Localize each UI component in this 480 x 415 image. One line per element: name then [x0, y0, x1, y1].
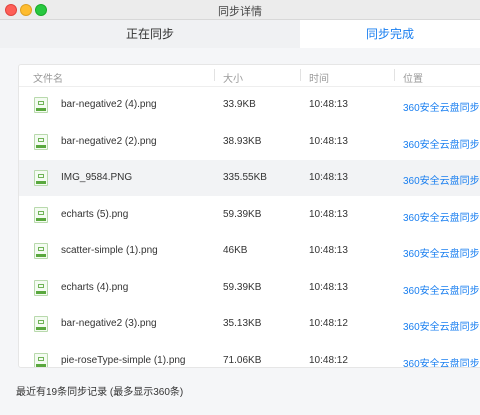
sync-time: 10:48:12 [309, 354, 348, 366]
file-location-link[interactable]: 360安全云盘同步版 [403, 99, 480, 114]
file-name: echarts (4).png [61, 281, 129, 293]
file-location-link[interactable]: 360安全云盘同步版 [403, 318, 480, 333]
tab-bar: 正在同步 同步完成 [0, 20, 480, 48]
image-file-icon [34, 316, 48, 332]
table-row[interactable]: pie-roseType-simple (1).png 71.06KB 10:48:… [19, 343, 480, 368]
image-file-icon [34, 243, 48, 259]
sync-time: 10:48:13 [309, 99, 348, 110]
sync-time: 10:48:13 [309, 208, 348, 220]
tab-syncing[interactable]: 正在同步 [0, 20, 300, 48]
file-location-link[interactable]: 360安全云盘同步版 [403, 172, 480, 187]
sync-details-window: 同步详情 正在同步 同步完成 文件名 大小 时间 位置 bar-negative… [0, 0, 480, 415]
file-size: 71.06KB [223, 354, 262, 366]
file-name: scatter-simple (1).png [61, 245, 158, 256]
column-header-time[interactable]: 时间 [309, 70, 329, 85]
file-name: bar-negative2 (4).png [61, 99, 157, 110]
file-size: 33.9KB [223, 99, 256, 110]
file-size: 59.39KB [223, 281, 262, 293]
sync-records-table: 文件名 大小 时间 位置 bar-negative2 (4).png 33.9KB… [18, 64, 480, 368]
file-name: echarts (5).png [61, 208, 129, 220]
image-file-icon [34, 279, 48, 296]
file-name: IMG_9584.PNG [61, 172, 133, 183]
file-size: 46KB [223, 245, 248, 256]
table-header: 文件名 大小 时间 位置 [19, 65, 480, 87]
file-location-link[interactable]: 360安全云盘同步版 [403, 282, 480, 297]
column-divider [300, 69, 301, 81]
file-size: 335.55KB [223, 172, 267, 183]
table-row[interactable]: bar-negative2 (2).png 38.93KB 10:48:13 360安… [19, 124, 480, 160]
image-file-icon [34, 170, 48, 186]
file-size: 38.93KB [223, 135, 262, 147]
column-header-size[interactable]: 大小 [223, 70, 243, 85]
image-file-icon [34, 97, 48, 113]
table-row[interactable]: echarts (5).png 59.39KB 10:48:13 360安全云盘同步版 [19, 197, 480, 233]
file-location-link[interactable]: 360安全云盘同步版 [403, 136, 480, 151]
sync-time: 10:48:13 [309, 281, 348, 293]
sync-time: 10:48:12 [309, 318, 348, 329]
sync-time: 10:48:13 [309, 135, 348, 147]
column-divider [214, 69, 215, 81]
file-name: pie-roseType-simple (1).png [61, 354, 186, 366]
file-name: bar-negative2 (3).png [61, 318, 157, 329]
file-location-link[interactable]: 360安全云盘同步版 [403, 245, 480, 260]
file-size: 35.13KB [223, 318, 262, 329]
column-header-name[interactable]: 文件名 [33, 70, 63, 85]
sync-time: 10:48:13 [309, 172, 348, 183]
file-location-link[interactable]: 360安全云盘同步版 [403, 355, 480, 368]
column-divider [394, 69, 395, 81]
file-name: bar-negative2 (2).png [61, 135, 157, 147]
title-bar: 同步详情 [0, 0, 480, 20]
image-file-icon [34, 133, 48, 150]
window-title: 同步详情 [218, 6, 262, 18]
table-row[interactable]: IMG_9584.PNG 335.55KB 10:48:13 360安全云盘同步版 [19, 160, 480, 196]
file-location-link[interactable]: 360安全云盘同步版 [403, 209, 480, 224]
image-file-icon [34, 352, 48, 367]
image-file-icon [34, 206, 48, 223]
file-size: 59.39KB [223, 208, 262, 220]
table-row[interactable]: echarts (4).png 59.39KB 10:48:13 360安全云盘同步版 [19, 270, 480, 306]
table-row[interactable]: bar-negative2 (4).png 33.9KB 10:48:13 360安全… [19, 87, 480, 123]
sync-time: 10:48:13 [309, 245, 348, 256]
table-row[interactable]: bar-negative2 (3).png 35.13KB 10:48:12 360安… [19, 306, 480, 342]
sync-record-summary: 最近有19条同步记录 (最多显示360条) [16, 387, 184, 398]
table-row[interactable]: scatter-simple (1).png 46KB 10:48:13 360安全云… [19, 233, 480, 269]
tab-done[interactable]: 同步完成 [300, 20, 480, 48]
column-header-location[interactable]: 位置 [403, 70, 423, 85]
